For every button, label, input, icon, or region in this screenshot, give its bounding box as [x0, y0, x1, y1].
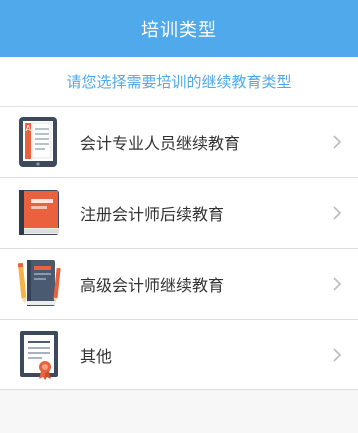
book-icon [19, 190, 59, 235]
chevron-right-icon [333, 347, 342, 362]
chevron-right-icon [333, 206, 342, 220]
list-item-senior-accountant[interactable]: 高级会计师继续教育 [0, 249, 358, 320]
list-item-other[interactable]: 其他 [0, 320, 358, 390]
page-title: 培训类型 [141, 19, 217, 41]
certificate-icon [20, 330, 58, 380]
list-item-cpa-continuing[interactable]: 注册会计师后续教育 [0, 178, 358, 249]
prompt-text: 请您选择需要培训的继续教育类型 [66, 73, 292, 91]
prompt-bar: 请您选择需要培训的继续教育类型 [0, 57, 358, 107]
chevron-right-icon [333, 277, 342, 291]
list-item-accounting-professional[interactable]: A 会计专业人员继续教育 [0, 107, 358, 178]
chevron-right-icon [333, 135, 342, 149]
item-label: 注册会计师后续教育 [80, 205, 225, 224]
item-label: 高级会计师继续教育 [80, 276, 225, 295]
svg-text:A: A [26, 124, 32, 133]
item-label: 其他 [80, 346, 113, 366]
header-bar: 培训类型 [0, 0, 358, 57]
notebook-pencil-icon [18, 260, 61, 306]
tablet-document-icon: A [19, 117, 57, 167]
item-label: 会计专业人员继续教育 [80, 134, 241, 153]
training-type-list: A 会计专业人员继续教育 注册会计师后续教育 高级会计师继续教育 其他 [0, 107, 358, 390]
